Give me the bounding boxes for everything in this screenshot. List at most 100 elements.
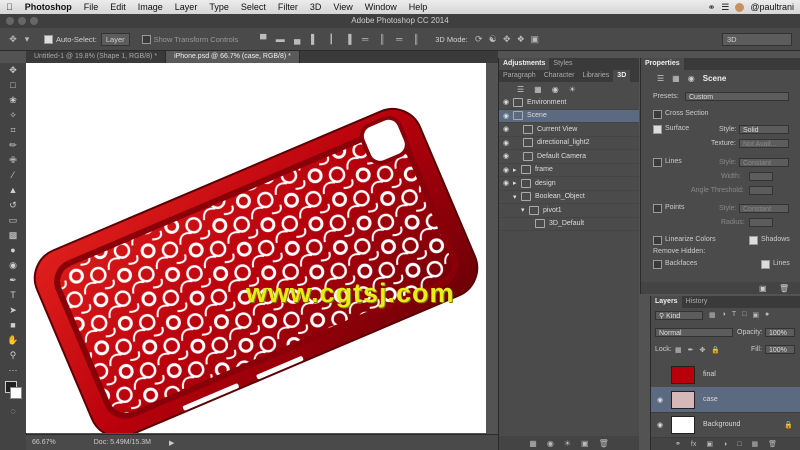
link-layers-icon[interactable]: ⚭ <box>675 440 681 448</box>
menu-view[interactable]: View <box>327 2 358 12</box>
width-field[interactable] <box>749 172 773 181</box>
menu-edit[interactable]: Edit <box>104 2 132 12</box>
scene-row-scene[interactable]: ◉ Scene <box>499 109 639 123</box>
new-group-icon[interactable]: □ <box>737 441 741 448</box>
collapse-arrow-icon[interactable]: ▾ <box>521 206 529 214</box>
layer-row-final[interactable]: final <box>651 362 800 388</box>
layer-row-background[interactable]: ◉ Background 🔒 <box>651 412 800 438</box>
align-hcenter-icon[interactable]: ┃ <box>326 34 336 44</box>
tab-properties[interactable]: Properties <box>641 58 684 70</box>
quick-mask-icon[interactable]: ◌ <box>0 404 26 419</box>
presets-dropdown[interactable]: Custom <box>685 92 789 101</box>
expand-arrow-icon[interactable]: ▸ <box>513 179 521 187</box>
3d-material-icon[interactable]: ◉ <box>547 439 554 448</box>
lines-style-dropdown[interactable]: Constant <box>739 158 789 167</box>
orbit-3d-icon[interactable]: ⟳ <box>474 34 484 44</box>
slide-3d-icon[interactable]: ❖ <box>516 34 526 44</box>
scene-row-camera[interactable]: ◉ Default Camera <box>499 150 639 164</box>
distribute-left-icon[interactable]: ║ <box>411 34 421 44</box>
scene-row-current-view[interactable]: ◉ Current View <box>499 123 639 137</box>
menu-select[interactable]: Select <box>235 2 272 12</box>
menu-image[interactable]: Image <box>132 2 169 12</box>
creative-cloud-icon[interactable]: ⚭ <box>708 2 716 13</box>
lock-image-icon[interactable]: ✒ <box>688 346 694 354</box>
lock-all-icon[interactable]: 🔒 <box>711 346 720 354</box>
layer-row-case[interactable]: ◉ case <box>651 387 800 413</box>
lines-checkbox[interactable] <box>653 158 662 167</box>
marquee-tool-icon[interactable]: □ <box>0 78 26 93</box>
eye-icon[interactable]: ◉ <box>499 179 513 187</box>
align-left-icon[interactable]: ▌ <box>309 34 319 44</box>
distribute-bottom-icon[interactable]: ═ <box>394 34 404 44</box>
filter-material-icon[interactable]: ◉ <box>552 85 559 94</box>
tab-paragraph[interactable]: Paragraph <box>499 70 540 82</box>
layer-mask-icon[interactable]: ▣ <box>706 440 713 448</box>
blend-mode-dropdown[interactable]: Normal <box>655 328 733 337</box>
path-select-tool-icon[interactable]: ➤ <box>0 303 26 318</box>
drag-3d-icon[interactable]: ✥ <box>502 34 512 44</box>
filter-toggle-icon[interactable]: ● <box>765 311 769 319</box>
filter-shape-icon[interactable]: □ <box>742 311 746 319</box>
doc-tab-iphone[interactable]: iPhone.psd @ 66.7% (case, RGB/8) * <box>166 51 300 63</box>
doc-tab-untitled[interactable]: Untitled-1 @ 19.8% (Shape 1, RGB/8) * <box>26 51 167 63</box>
filter-pixel-icon[interactable]: ▦ <box>709 311 716 319</box>
filter-scene-icon[interactable]: ☰ <box>517 85 524 94</box>
tab-styles[interactable]: Styles <box>549 58 576 70</box>
distribute-top-icon[interactable]: ═ <box>360 34 370 44</box>
eye-icon[interactable]: ◉ <box>653 421 667 429</box>
menu-file[interactable]: File <box>78 2 105 12</box>
document-canvas[interactable]: www.cgtsj.com <box>26 63 486 433</box>
lock-position-icon[interactable]: ✥ <box>700 346 706 354</box>
eraser-tool-icon[interactable]: ▭ <box>0 213 26 228</box>
render-icon[interactable]: ▣ <box>759 284 767 293</box>
radius-field[interactable] <box>749 218 773 227</box>
filter-kind-dropdown[interactable]: ⚲ Kind <box>655 311 703 320</box>
points-style-dropdown[interactable]: Constant <box>739 204 789 213</box>
lasso-tool-icon[interactable]: ❀ <box>0 93 26 108</box>
blur-tool-icon[interactable]: ● <box>0 243 26 258</box>
workspace-dropdown[interactable]: 3D <box>722 32 792 46</box>
zoom-level[interactable]: 66.67% <box>32 439 56 446</box>
surface-style-dropdown[interactable]: Solid <box>739 125 789 134</box>
scene-row-design[interactable]: ◉ ▸ design <box>499 177 639 191</box>
more-tools-icon[interactable]: ⋯ <box>0 363 26 378</box>
render-props-icon[interactable]: ▦ <box>672 74 680 83</box>
3d-camera-icon[interactable]: ▣ <box>581 439 589 448</box>
history-brush-tool-icon[interactable]: ↺ <box>0 198 26 213</box>
apple-icon[interactable]:  <box>0 2 19 12</box>
eyedropper-tool-icon[interactable]: ✏ <box>0 138 26 153</box>
auto-select-checkbox[interactable] <box>44 34 53 44</box>
delete-layer-icon[interactable]: 🗑 <box>768 440 777 448</box>
menu-window[interactable]: Window <box>359 2 403 12</box>
cross-section-checkbox[interactable] <box>653 110 662 119</box>
scale-3d-icon[interactable]: ▣ <box>530 34 540 44</box>
eye-icon[interactable]: ◉ <box>499 152 513 160</box>
auto-select-dropdown[interactable]: Layer <box>100 32 130 46</box>
lock-transparent-icon[interactable]: ▦ <box>675 346 682 354</box>
scene-row-boolean[interactable]: ▾ Boolean_Object <box>499 191 639 204</box>
show-transform-checkbox[interactable] <box>141 34 151 44</box>
menu-type[interactable]: Type <box>203 2 235 12</box>
delete-icon[interactable]: 🗑 <box>779 284 789 293</box>
move-tool-icon[interactable]: ✥ <box>8 34 18 44</box>
coords-props-icon[interactable]: ◉ <box>688 74 695 83</box>
3d-light-icon[interactable]: ☀ <box>564 439 571 448</box>
user-name[interactable]: @paultrani <box>750 2 794 12</box>
eye-icon[interactable]: ◉ <box>499 139 513 147</box>
zoom-button[interactable] <box>30 17 38 25</box>
menu-filter[interactable]: Filter <box>272 2 304 12</box>
3d-delete-icon[interactable]: 🗑 <box>599 439 609 448</box>
align-right-icon[interactable]: ▐ <box>343 34 353 44</box>
scene-props-icon[interactable]: ☰ <box>657 74 664 83</box>
tab-3d[interactable]: 3D <box>613 70 631 82</box>
points-checkbox[interactable] <box>653 204 662 213</box>
dodge-tool-icon[interactable]: ◉ <box>0 258 26 273</box>
pen-tool-icon[interactable]: ✒ <box>0 273 26 288</box>
roll-3d-icon[interactable]: ☯ <box>488 34 498 44</box>
scene-row-environment[interactable]: ◉ Environment <box>499 96 639 110</box>
expand-arrow-icon[interactable]: ▸ <box>513 166 521 174</box>
move-tool-icon[interactable]: ✥ <box>0 63 26 78</box>
healing-tool-icon[interactable]: ✙ <box>0 153 26 168</box>
tab-character[interactable]: Character <box>540 70 579 82</box>
tab-history[interactable]: History <box>682 296 712 308</box>
